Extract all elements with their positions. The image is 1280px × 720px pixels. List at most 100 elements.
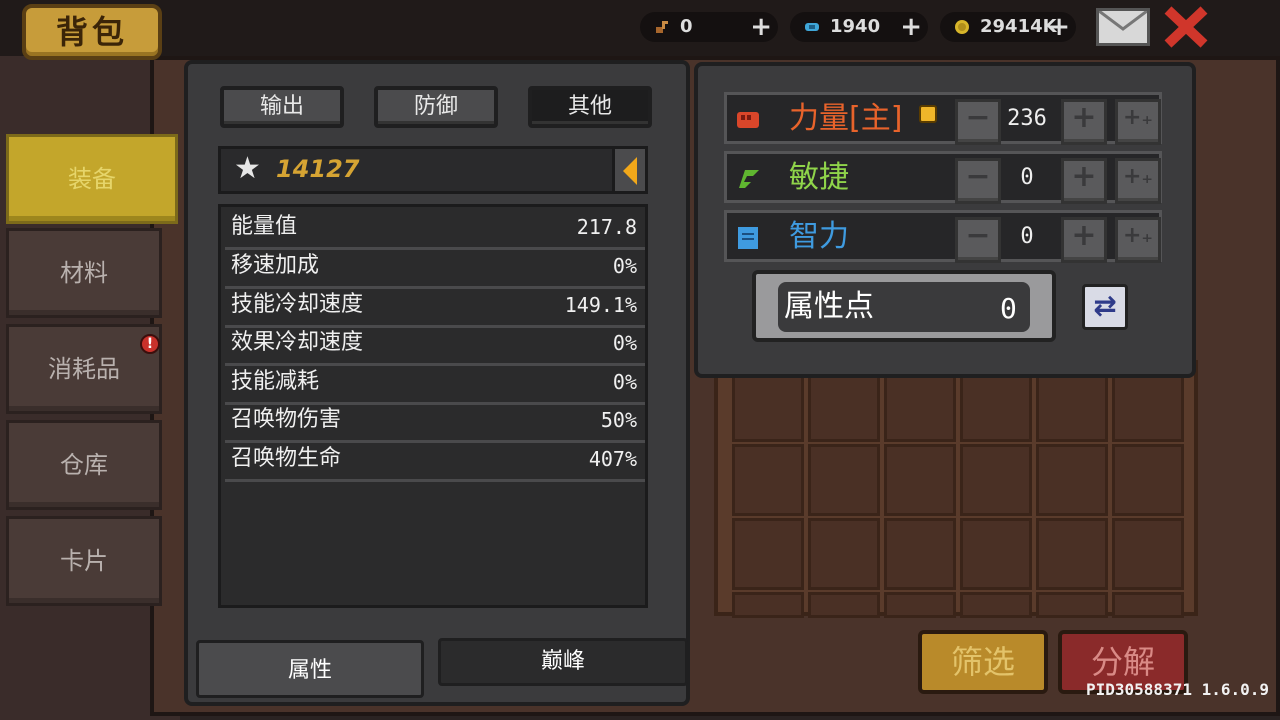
close-button[interactable] bbox=[1162, 4, 1210, 50]
sidebar-item-consumables[interactable]: 消耗品 bbox=[6, 324, 162, 414]
attr-label: 智力 bbox=[789, 219, 849, 254]
stat-value: 217.8 bbox=[576, 215, 637, 239]
inventory-slot[interactable] bbox=[1036, 592, 1108, 618]
refresh-icon: ⇄ bbox=[1093, 289, 1117, 322]
add-gold-button[interactable]: + bbox=[1048, 12, 1070, 42]
gem-currency: 1940 + bbox=[790, 12, 928, 42]
stat-value: 0% bbox=[612, 370, 637, 394]
filter-button[interactable]: 筛选 bbox=[918, 630, 1048, 694]
table-row: 移速加成 0% bbox=[225, 248, 645, 289]
tab-attributes[interactable]: 属性 bbox=[196, 640, 424, 698]
stat-value: 0% bbox=[612, 254, 637, 278]
sidebar-item-cards[interactable]: 卡片 bbox=[6, 516, 162, 606]
inventory-slot[interactable] bbox=[1112, 370, 1184, 442]
gold-currency: 29414K + bbox=[940, 12, 1076, 42]
info-icon[interactable] bbox=[919, 105, 937, 123]
inventory-slot[interactable] bbox=[732, 518, 804, 590]
inventory-slot[interactable] bbox=[1112, 518, 1184, 590]
attr-row-strength: 力量[主] − 236 + +₊ bbox=[724, 92, 1162, 145]
inventory-slot[interactable] bbox=[884, 518, 956, 590]
stat-name: 召唤物生命 bbox=[231, 446, 342, 471]
inventory-slot[interactable] bbox=[884, 370, 956, 442]
stat-name: 召唤物伤害 bbox=[231, 407, 342, 432]
attr-label: 力量[主] bbox=[789, 101, 903, 136]
increase-button[interactable]: + bbox=[1061, 217, 1107, 263]
gem-count: 1940 bbox=[830, 16, 881, 37]
inventory-slot[interactable] bbox=[960, 444, 1032, 516]
inventory-slot[interactable] bbox=[960, 518, 1032, 590]
attr-value: 0 bbox=[1020, 224, 1034, 249]
inventory-slot[interactable] bbox=[1112, 592, 1184, 618]
attribute-points-label: 属性点 bbox=[784, 289, 874, 324]
table-row: 能量值 217.8 bbox=[225, 209, 645, 250]
table-row: 召唤物伤害 50% bbox=[225, 402, 645, 443]
inventory-slot[interactable] bbox=[732, 592, 804, 618]
attr-value: 236 bbox=[1007, 106, 1047, 131]
inventory-slot[interactable] bbox=[960, 592, 1032, 618]
fist-icon bbox=[737, 112, 759, 128]
stat-name: 移速加成 bbox=[231, 253, 320, 278]
tab-other[interactable]: 其他 bbox=[528, 86, 652, 128]
inventory-slot[interactable] bbox=[808, 444, 880, 516]
increase-many-button[interactable]: +₊ bbox=[1115, 99, 1161, 145]
sidebar-item-materials[interactable]: 材料 bbox=[6, 228, 162, 318]
tab-output[interactable]: 输出 bbox=[220, 86, 344, 128]
table-row: 技能冷却速度 149.1% bbox=[225, 287, 645, 328]
reset-points-button[interactable]: ⇄ bbox=[1082, 284, 1128, 330]
expand-score-button[interactable] bbox=[612, 146, 648, 194]
key-count: 0 bbox=[680, 16, 693, 37]
star-icon: ★ bbox=[234, 151, 261, 186]
key-icon bbox=[656, 21, 668, 33]
sidebar-item-warehouse[interactable]: 仓库 bbox=[6, 420, 162, 510]
alert-badge: ! bbox=[140, 334, 160, 354]
stat-value: 0% bbox=[612, 331, 637, 355]
inventory-slot[interactable] bbox=[884, 444, 956, 516]
stat-name: 技能减耗 bbox=[231, 369, 320, 394]
inventory-slot[interactable] bbox=[808, 370, 880, 442]
tab-peak[interactable]: 巅峰 bbox=[438, 638, 688, 686]
table-row: 效果冷却速度 0% bbox=[225, 325, 645, 366]
inventory-grid bbox=[714, 360, 1198, 618]
power-score: 14127 bbox=[276, 155, 360, 183]
attr-row-intelligence: 智力 − 0 + +₊ bbox=[724, 210, 1162, 263]
stat-value: 407% bbox=[588, 447, 637, 471]
inventory-slot[interactable] bbox=[1036, 518, 1108, 590]
stat-value: 50% bbox=[600, 408, 637, 432]
increase-many-button[interactable]: +₊ bbox=[1115, 217, 1161, 263]
tab-defense[interactable]: 防御 bbox=[374, 86, 498, 128]
add-gem-button[interactable]: + bbox=[900, 12, 922, 42]
inventory-slot[interactable] bbox=[732, 370, 804, 442]
table-row: 召唤物生命 407% bbox=[225, 441, 645, 482]
gem-icon bbox=[805, 23, 819, 31]
stat-name: 能量值 bbox=[231, 214, 298, 239]
add-key-button[interactable]: + bbox=[750, 12, 772, 42]
stat-name: 技能冷却速度 bbox=[231, 292, 364, 317]
key-currency: 0 + bbox=[640, 12, 778, 42]
page-title: 背包 bbox=[22, 4, 162, 60]
inventory-slot[interactable] bbox=[1112, 444, 1184, 516]
increase-many-button[interactable]: +₊ bbox=[1115, 158, 1161, 204]
close-icon bbox=[1164, 6, 1208, 48]
inventory-slot[interactable] bbox=[808, 518, 880, 590]
stat-value: 149.1% bbox=[564, 293, 637, 317]
sidebar-item-equipment[interactable]: 装备 bbox=[6, 134, 178, 224]
book-icon bbox=[738, 227, 758, 249]
arrow-left-icon bbox=[623, 157, 637, 185]
mail-button[interactable] bbox=[1096, 8, 1150, 46]
attribute-points-value: 0 bbox=[1000, 292, 1017, 325]
version-label: PID30588371 1.6.0.9 bbox=[1086, 680, 1270, 699]
inventory-slot[interactable] bbox=[884, 592, 956, 618]
gold-coin-icon bbox=[955, 20, 969, 34]
table-row: 技能减耗 0% bbox=[225, 364, 645, 405]
inventory-slot[interactable] bbox=[808, 592, 880, 618]
attr-value: 0 bbox=[1020, 165, 1034, 190]
gold-count: 29414K bbox=[980, 16, 1057, 37]
feather-icon bbox=[739, 170, 759, 188]
increase-button[interactable]: + bbox=[1061, 158, 1107, 204]
envelope-icon bbox=[1098, 9, 1148, 31]
inventory-slot[interactable] bbox=[732, 444, 804, 516]
inventory-slot[interactable] bbox=[1036, 370, 1108, 442]
inventory-slot[interactable] bbox=[960, 370, 1032, 442]
increase-button[interactable]: + bbox=[1061, 99, 1107, 145]
inventory-slot[interactable] bbox=[1036, 444, 1108, 516]
